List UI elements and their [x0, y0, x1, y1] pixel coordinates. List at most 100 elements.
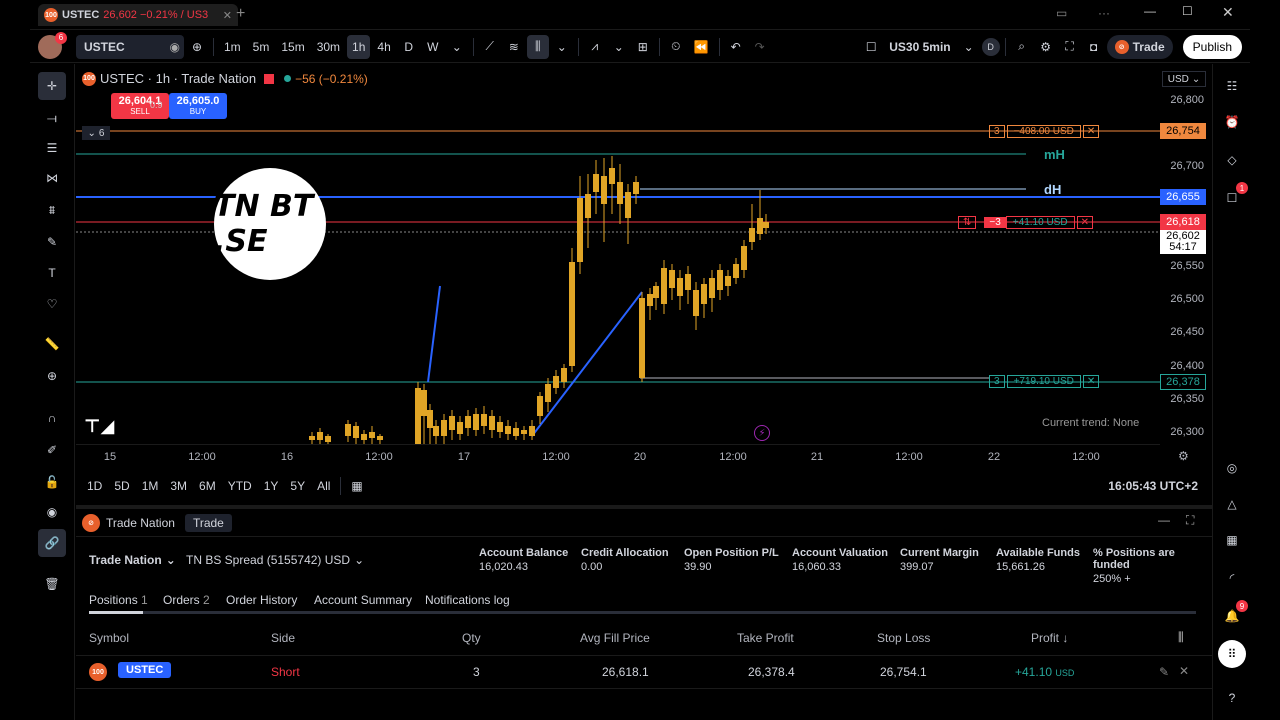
avatar[interactable]: 6 [38, 31, 67, 59]
col-side[interactable]: Side [271, 631, 295, 645]
interval-w[interactable]: W [422, 35, 444, 59]
range-6m[interactable]: 6M [194, 479, 221, 493]
help-icon[interactable]: ? [1218, 684, 1246, 712]
pencil-lock-icon[interactable]: ✐ [38, 436, 66, 464]
pattern-icon[interactable]: ⋈ [38, 164, 66, 192]
price-axis[interactable]: USD ⌄ 26,800 26,700 26,550 26,500 26,450 … [1160, 64, 1210, 444]
clock[interactable]: 16:05:43 UTC+2 [1108, 479, 1198, 493]
more-icon[interactable]: ··· [1098, 6, 1110, 20]
maximize-icon[interactable]: ☐ [1182, 4, 1193, 18]
bell-icon[interactable]: 🔔 9 [1218, 600, 1248, 630]
interval-d[interactable]: D [398, 35, 420, 59]
interval-30m[interactable]: 30m [312, 35, 345, 59]
chart-type-icon[interactable]: ⩘ [584, 35, 606, 59]
gear-icon[interactable]: ⚙ [1035, 35, 1057, 59]
position-label[interactable]: ⇅ −3 +41.10 USD ✕ [958, 215, 1093, 229]
interval-4h[interactable]: 4h [372, 35, 395, 59]
calendar-goto-icon[interactable]: ▦ [346, 479, 367, 493]
zoom-icon[interactable]: ⊕ [38, 362, 66, 390]
trade-button[interactable]: ⊘ Trade [1106, 34, 1173, 59]
text-icon[interactable]: T [38, 259, 66, 287]
rss-icon[interactable]: ◜ [1218, 564, 1246, 592]
row-take-profit[interactable]: 26,378.4 [748, 665, 795, 679]
chevron-down-icon[interactable]: ⌄ [608, 35, 630, 59]
legend-collapse[interactable]: ⌄ 6 [82, 126, 110, 140]
tab-account-summary[interactable]: Account Summary [314, 593, 412, 607]
close-icon[interactable]: ✕ [1082, 124, 1100, 138]
add-symbol-icon[interactable]: ⊕ [186, 35, 208, 59]
currency-selector[interactable]: USD ⌄ [1162, 71, 1206, 87]
close-icon[interactable]: ✕ [1076, 215, 1093, 229]
chevron-down-icon[interactable]: ⌄ [446, 35, 468, 59]
chart-pane[interactable]: 100 USTEC · 1h · Trade Nation −56 (−0.21… [76, 64, 1160, 444]
camera-icon[interactable]: ◘ [1083, 35, 1105, 59]
tab-close-icon[interactable]: ✕ [223, 9, 232, 22]
browser-tab[interactable]: 100 USTEC 26,602 −0.21% / US3 ✕ [38, 4, 238, 26]
interval-15m[interactable]: 15m [276, 35, 309, 59]
tab-orders[interactable]: Orders 2 [163, 593, 210, 607]
apps-icon[interactable]: ⠿ [1218, 640, 1246, 668]
reverse-icon[interactable]: ⇅ [958, 215, 977, 229]
range-3m[interactable]: 3M [165, 479, 192, 493]
new-tab-icon[interactable]: + [236, 5, 245, 23]
buy-button[interactable]: 26,605.0 BUY [169, 93, 227, 119]
take-profit-label[interactable]: 3 +719.10 USD ✕ [989, 374, 1100, 388]
col-stop-loss[interactable]: Stop Loss [877, 631, 930, 645]
broker-tab[interactable]: ⊘ Trade Nation Trade [82, 514, 232, 532]
interval-1h[interactable]: 1h [347, 34, 371, 59]
range-1d[interactable]: 1D [82, 479, 107, 493]
d-badge[interactable]: D [981, 37, 1000, 56]
fib-icon[interactable]: ☰ [38, 134, 66, 162]
col-avg-fill[interactable]: Avg Fill Price [580, 631, 650, 645]
undo-icon[interactable]: ↶ [725, 35, 747, 59]
magnet-icon[interactable]: ∩ [38, 404, 66, 432]
time-axis[interactable]: 15 12:00 16 12:00 17 12:00 20 12:00 21 1… [76, 444, 1189, 468]
account-broker-selector[interactable]: Trade Nation ⌄ [89, 553, 176, 567]
event-icon[interactable]: ⚡ [754, 425, 770, 441]
alerts-icon[interactable]: ⏰ [1218, 108, 1246, 136]
axis-settings-icon[interactable]: ⚙ [1178, 449, 1189, 463]
edit-icon[interactable]: ✎ [1159, 665, 1169, 679]
tab-notifications-log[interactable]: Notifications log [425, 593, 510, 607]
columns-settings-icon[interactable]: ⫼ [1178, 630, 1184, 645]
flag-icon[interactable] [264, 73, 275, 84]
stop-loss-label[interactable]: 3 −408.00 USD ✕ [989, 124, 1100, 138]
layers-icon[interactable]: ◇ [1218, 146, 1246, 174]
symbol-search[interactable]: USTEC ◉ [76, 34, 184, 59]
triangle-icon[interactable]: △ [1218, 490, 1246, 518]
account-selector[interactable]: TN BS Spread (5155742) USD ⌄ [186, 553, 364, 567]
heart-icon[interactable]: ♡ [38, 290, 66, 318]
replay-icon[interactable]: ⏪ [689, 35, 714, 59]
calendar-icon[interactable]: ▦ [1218, 526, 1246, 554]
close-position-icon[interactable]: ✕ [1179, 664, 1189, 678]
search-icon[interactable]: ⌕ [1011, 35, 1033, 59]
row-stop-loss[interactable]: 26,754.1 [880, 665, 927, 679]
col-take-profit[interactable]: Take Profit [737, 631, 794, 645]
range-all[interactable]: All [312, 479, 335, 493]
compare-checkbox-icon[interactable]: ☐ [860, 35, 882, 59]
compare-symbol[interactable]: US30 5min [884, 35, 955, 59]
tab-positions[interactable]: Positions 1 [89, 593, 148, 607]
col-profit[interactable]: Profit ↓ [1031, 631, 1068, 645]
target-icon[interactable]: ◎ [1218, 454, 1246, 482]
range-1y[interactable]: 1Y [259, 479, 284, 493]
lock-icon[interactable]: 🔓 [38, 468, 66, 496]
interval-5m[interactable]: 5m [248, 35, 275, 59]
trash-icon[interactable]: 🗑 [38, 570, 66, 598]
chevron-down-icon[interactable]: ⌄ [551, 35, 573, 59]
line-tool-icon[interactable]: ⟋ [479, 35, 501, 59]
panel-trade-button[interactable]: Trade [184, 514, 232, 532]
layouts-icon[interactable]: ⊞ [632, 35, 654, 59]
watchlist-icon[interactable]: ☷ [1218, 72, 1246, 100]
prediction-icon[interactable]: ⩩ [38, 196, 66, 224]
fullscreen-icon[interactable]: ⛶ [1059, 35, 1081, 59]
trendline-icon[interactable]: ⟞ [38, 104, 66, 132]
range-ytd[interactable]: YTD [223, 479, 257, 493]
chevron-down-icon[interactable]: ⌄ [958, 35, 980, 59]
maximize-panel-icon[interactable]: ⛶ [1186, 513, 1194, 528]
tab-order-history[interactable]: Order History [226, 593, 297, 607]
row-symbol[interactable]: USTEC [118, 662, 172, 678]
ruler-icon[interactable]: 📏 [38, 330, 66, 358]
range-5d[interactable]: 5D [109, 479, 134, 493]
indicators-icon[interactable]: ≋ [503, 35, 525, 59]
